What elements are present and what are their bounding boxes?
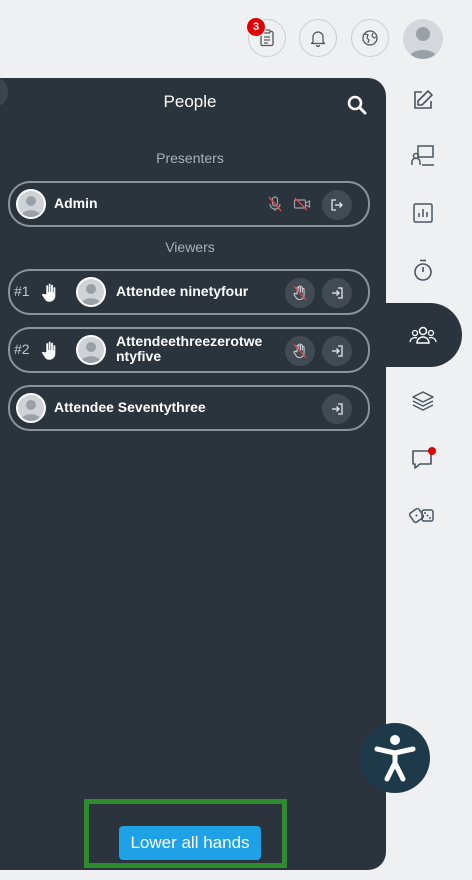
logout-icon — [331, 199, 343, 211]
lower-hand-button[interactable] — [285, 336, 315, 366]
bell-icon — [310, 31, 326, 47]
mic-muted-icon[interactable] — [267, 195, 283, 213]
viewer-name: Attendeethreezerotwe ntyfive — [116, 333, 263, 364]
viewer-row: #1 Attendee ninetyfour — [8, 269, 370, 315]
viewer-row: #2 Attendeethreezerotwe ntyfive — [8, 327, 370, 373]
lower-hand-button[interactable] — [285, 278, 315, 308]
chat-icon — [412, 447, 436, 469]
sidebar-item-timer[interactable] — [400, 247, 446, 293]
hand-rank: #1 — [14, 283, 30, 299]
presenter-row: Admin — [8, 181, 370, 227]
sidebar-item-chat[interactable] — [400, 436, 446, 482]
sidebar-item-polls[interactable] — [400, 190, 446, 236]
sidebar-item-notes[interactable] — [400, 77, 446, 123]
presenter-screen-icon — [411, 145, 434, 166]
top-bar: 3 — [0, 0, 472, 78]
globe-icon — [362, 30, 378, 46]
search-icon — [347, 95, 367, 115]
lower-hand-icon — [293, 285, 307, 301]
sidebar-item-stage[interactable] — [400, 133, 446, 179]
search-button[interactable] — [346, 94, 370, 118]
notes-badge: 3 — [246, 17, 266, 37]
move-to-stage-button[interactable] — [322, 394, 352, 424]
poll-chart-icon — [413, 203, 433, 223]
edit-icon — [414, 90, 433, 109]
user-avatar[interactable] — [403, 19, 443, 59]
presenters-heading: Presenters — [156, 150, 224, 166]
camera-off-icon[interactable] — [293, 196, 311, 212]
accessibility-button[interactable] — [360, 723, 430, 793]
avatar — [76, 335, 106, 365]
hand-rank: #2 — [14, 341, 30, 357]
leave-button[interactable] — [322, 190, 352, 220]
avatar — [16, 393, 46, 423]
sidebar-item-games[interactable] — [400, 492, 446, 538]
lower-all-hands-highlight: Lower all hands — [84, 799, 287, 868]
language-button[interactable] — [351, 19, 389, 57]
timer-icon — [414, 259, 432, 281]
move-to-stage-button[interactable] — [322, 278, 352, 308]
raised-hand-icon — [41, 341, 56, 361]
avatar — [16, 189, 46, 219]
dice-icon — [409, 507, 434, 524]
sidebar-item-layers[interactable] — [400, 378, 446, 424]
people-panel: People Presenters Admin Viewers #1 Atten… — [0, 78, 386, 870]
notifications-button[interactable] — [299, 19, 337, 57]
user-silhouette-icon — [409, 27, 437, 59]
notes-button[interactable]: 3 — [246, 17, 286, 57]
login-icon — [332, 287, 343, 299]
people-icon — [409, 326, 437, 344]
sidebar-item-people[interactable] — [400, 312, 446, 358]
presenter-name: Admin — [54, 195, 98, 211]
layers-icon — [412, 391, 434, 411]
panel-title: People — [163, 92, 217, 111]
login-icon — [332, 345, 343, 357]
bottom-strip — [0, 870, 472, 880]
avatar — [76, 277, 106, 307]
viewer-row: Attendee Seventythree — [8, 385, 370, 431]
accessibility-icon — [374, 735, 416, 782]
viewer-name: Attendee ninetyfour — [116, 283, 249, 299]
lower-hand-icon — [293, 343, 307, 359]
move-to-stage-button[interactable] — [322, 336, 352, 366]
raised-hand-icon — [41, 283, 56, 303]
lower-all-hands-button[interactable]: Lower all hands — [119, 826, 261, 860]
viewer-name: Attendee Seventythree — [54, 399, 206, 415]
viewers-heading: Viewers — [165, 239, 215, 255]
login-icon — [332, 403, 343, 415]
